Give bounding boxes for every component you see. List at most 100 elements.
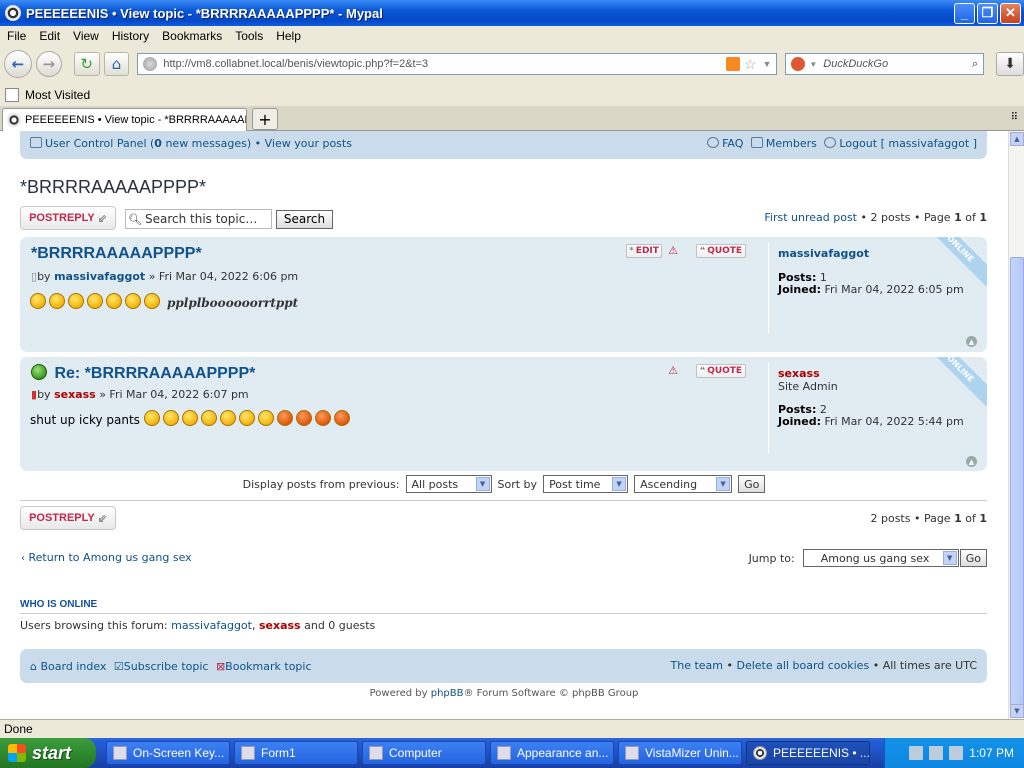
report-icon[interactable]: ⚠ [666,364,680,377]
keyboard-tray-icon[interactable] [909,746,924,760]
smiley-icon [49,293,65,309]
members-link[interactable]: Members [766,137,817,150]
smiley-icon [162,410,179,426]
web-search-box[interactable]: ▼ DuckDuckGo ⌕ [785,53,985,75]
jump-label: Jump to: [748,551,795,565]
forward-arrow-icon[interactable]: → [35,51,62,77]
clock[interactable]: 1:07 PM [969,746,1014,760]
subscribe-topic-link[interactable]: Subscribe topic [124,660,209,673]
navigation-toolbar: ← → ↻ ⌂ http://vm8.collabnet.local/benis… [0,46,1024,82]
url-bar[interactable]: http://vm8.collabnet.local/benis/viewtop… [137,53,778,75]
back-arrow-icon[interactable]: ← [4,50,32,78]
return-to-forum-link[interactable]: Return to Among us gang sex [29,551,192,564]
logout-link[interactable]: Logout [ massivafaggot ] [839,137,977,150]
rss-feed-icon[interactable] [725,57,740,71]
profile-username[interactable]: sexass [778,367,820,380]
topic-title[interactable]: *BRRRRAAAAAPPPP* [20,177,206,198]
menu-view[interactable]: View [66,29,105,43]
bookmark-star-icon[interactable]: ☆ [744,56,757,73]
online-user-massivafaggot[interactable]: massivafaggot [171,619,252,632]
most-visited-folder[interactable]: Most Visited [25,88,90,102]
duckduckgo-icon[interactable] [791,57,806,71]
board-index-link[interactable]: Board index [40,660,106,673]
task-appearance[interactable]: Appearance an... [490,741,614,765]
menu-history[interactable]: History [105,29,155,43]
maximize-button[interactable]: ❐ [977,2,998,24]
sort-go-button[interactable]: Go [738,475,766,493]
engine-dropdown-icon[interactable]: ▼ [809,60,817,69]
bookmark-topic-link[interactable]: Bookmark topic [225,660,311,673]
minimize-button[interactable]: _ [954,2,975,24]
home-icon[interactable]: ⌂ [103,52,130,76]
sortby-select[interactable]: Post time ▼ [543,475,629,493]
order-select[interactable]: Ascending ▼ [634,475,733,493]
first-unread-link[interactable]: First unread post [764,211,857,224]
reload-icon[interactable]: ↻ [73,52,100,76]
quote-button[interactable]: ❝ QUOTE [696,244,746,258]
url-history-dropdown-icon[interactable]: ▼ [762,59,771,69]
topic-search-input[interactable]: 🔍︎ Search this topic… [125,209,272,229]
faq-link[interactable]: FAQ [722,137,743,150]
post-author[interactable]: sexass [54,388,96,401]
menu-edit[interactable]: Edit [32,29,66,43]
members-icon [750,137,763,148]
phpbb-link[interactable]: phpBB [431,688,464,699]
back-to-top-icon[interactable]: ▲ [966,456,977,467]
online-user-sexass[interactable]: sexass [259,619,301,632]
post-title[interactable]: *BRRRRAAAAAPPPP* [31,245,202,263]
post-reply-button-bottom[interactable]: POSTREPLY ⇙ [20,506,116,530]
display-select[interactable]: All posts ▼ [405,475,492,493]
edit-button[interactable]: * EDIT [626,244,662,258]
new-tab-button[interactable]: + [252,108,278,130]
scroll-thumb[interactable] [1010,257,1024,705]
download-icon[interactable]: ⬇ [996,52,1024,76]
site-identity-icon[interactable] [143,57,158,71]
volume-tray-icon[interactable] [949,746,964,760]
task-onscreen-keyboard[interactable]: On-Screen Key... [106,741,230,765]
tab-label[interactable]: PEEEEEENIS • View topic - *BRRRRAAAAAP..… [25,114,246,126]
report-icon[interactable]: ⚠ [666,244,680,257]
search-icon[interactable]: ⌕ [972,58,978,71]
jump-select[interactable]: Among us gang sex ▼ [802,549,959,567]
delete-cookies-link[interactable]: Delete all board cookies [737,659,870,672]
vertical-scrollbar[interactable]: ▲ ▼ [1008,131,1024,719]
scroll-down-icon[interactable]: ▼ [1010,704,1024,718]
post-title[interactable]: Re: *BRRRRAAAAAPPPP* [31,364,255,383]
tab-current[interactable]: PEEEEEENIS • View topic - *BRRRRAAAAAP..… [2,108,247,131]
menu-tools[interactable]: Tools [228,29,269,43]
ucp-link[interactable]: User Control Panel (0 new messages) [45,137,251,150]
user-icon [30,137,42,148]
back-to-top-icon[interactable]: ▲ [966,336,977,347]
post-author[interactable]: massivafaggot [54,270,145,283]
menu-help[interactable]: Help [269,29,307,43]
quote-button[interactable]: ❝ QUOTE [696,364,746,378]
task-computer[interactable]: Computer [362,741,486,765]
smiley-icon [295,410,312,426]
search-icon: 🔍︎ [128,212,142,226]
tab-list-icon[interactable]: ⠿ [1011,112,1018,123]
smiley-icon [257,410,274,426]
reply-arrow-icon: ⇙ [97,212,107,225]
post-reply-label: POSTREPLY [29,212,95,224]
task-form1[interactable]: Form1 [234,741,358,765]
topic-search-button[interactable]: Search [276,209,333,229]
post-reply-button[interactable]: POSTREPLY ⇙ [20,206,116,230]
post-2: Re: *BRRRRAAAAAPPPP* ▮by sexass » Fri Ma… [20,357,987,471]
network-tray-icon[interactable] [929,746,944,760]
url-text[interactable]: http://vm8.collabnet.local/benis/viewtop… [163,58,726,70]
the-team-link[interactable]: The team [671,659,724,672]
jump-go-button[interactable]: Go [959,549,987,567]
close-button[interactable]: ✕ [1000,2,1021,24]
post-profile: massivafaggot Posts: 1 Joined: Fri Mar 0… [768,243,987,333]
view-your-posts-link[interactable]: View your posts [265,137,352,150]
task-browser[interactable]: PEEEEEENIS • ... [746,741,870,765]
reply-arrow-icon: ⇙ [97,512,107,525]
profile-username[interactable]: massivafaggot [778,247,869,260]
task-vistamizer[interactable]: VistaMizer Unin... [618,741,742,765]
title-bar[interactable]: PEEEEEENIS • View topic - *BRRRRAAAAAPPP… [0,0,1024,26]
menu-file[interactable]: File [0,29,32,43]
web-search-placeholder[interactable]: DuckDuckGo [817,58,972,70]
scroll-up-icon[interactable]: ▲ [1010,132,1024,146]
start-button[interactable]: start [0,738,96,768]
menu-bookmarks[interactable]: Bookmarks [155,29,228,43]
